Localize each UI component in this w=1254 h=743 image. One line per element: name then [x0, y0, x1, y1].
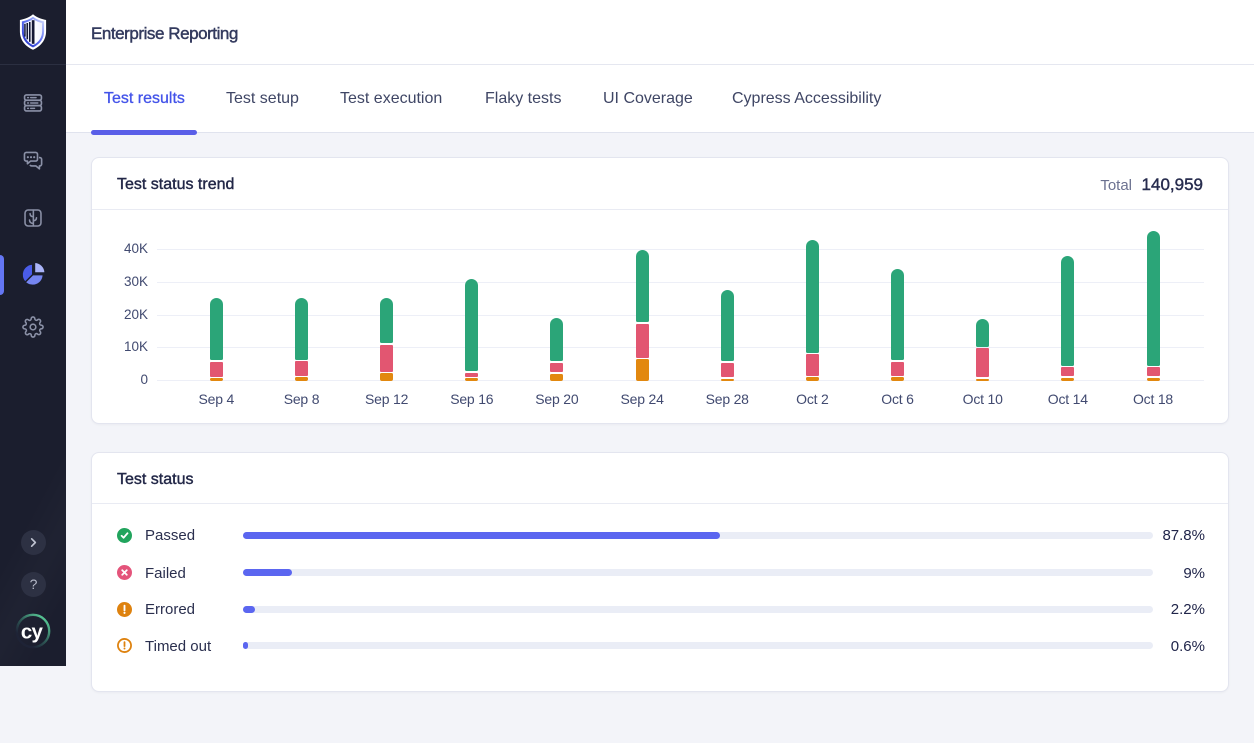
svg-text:c: c [21, 620, 32, 643]
svg-text:y: y [32, 620, 44, 643]
